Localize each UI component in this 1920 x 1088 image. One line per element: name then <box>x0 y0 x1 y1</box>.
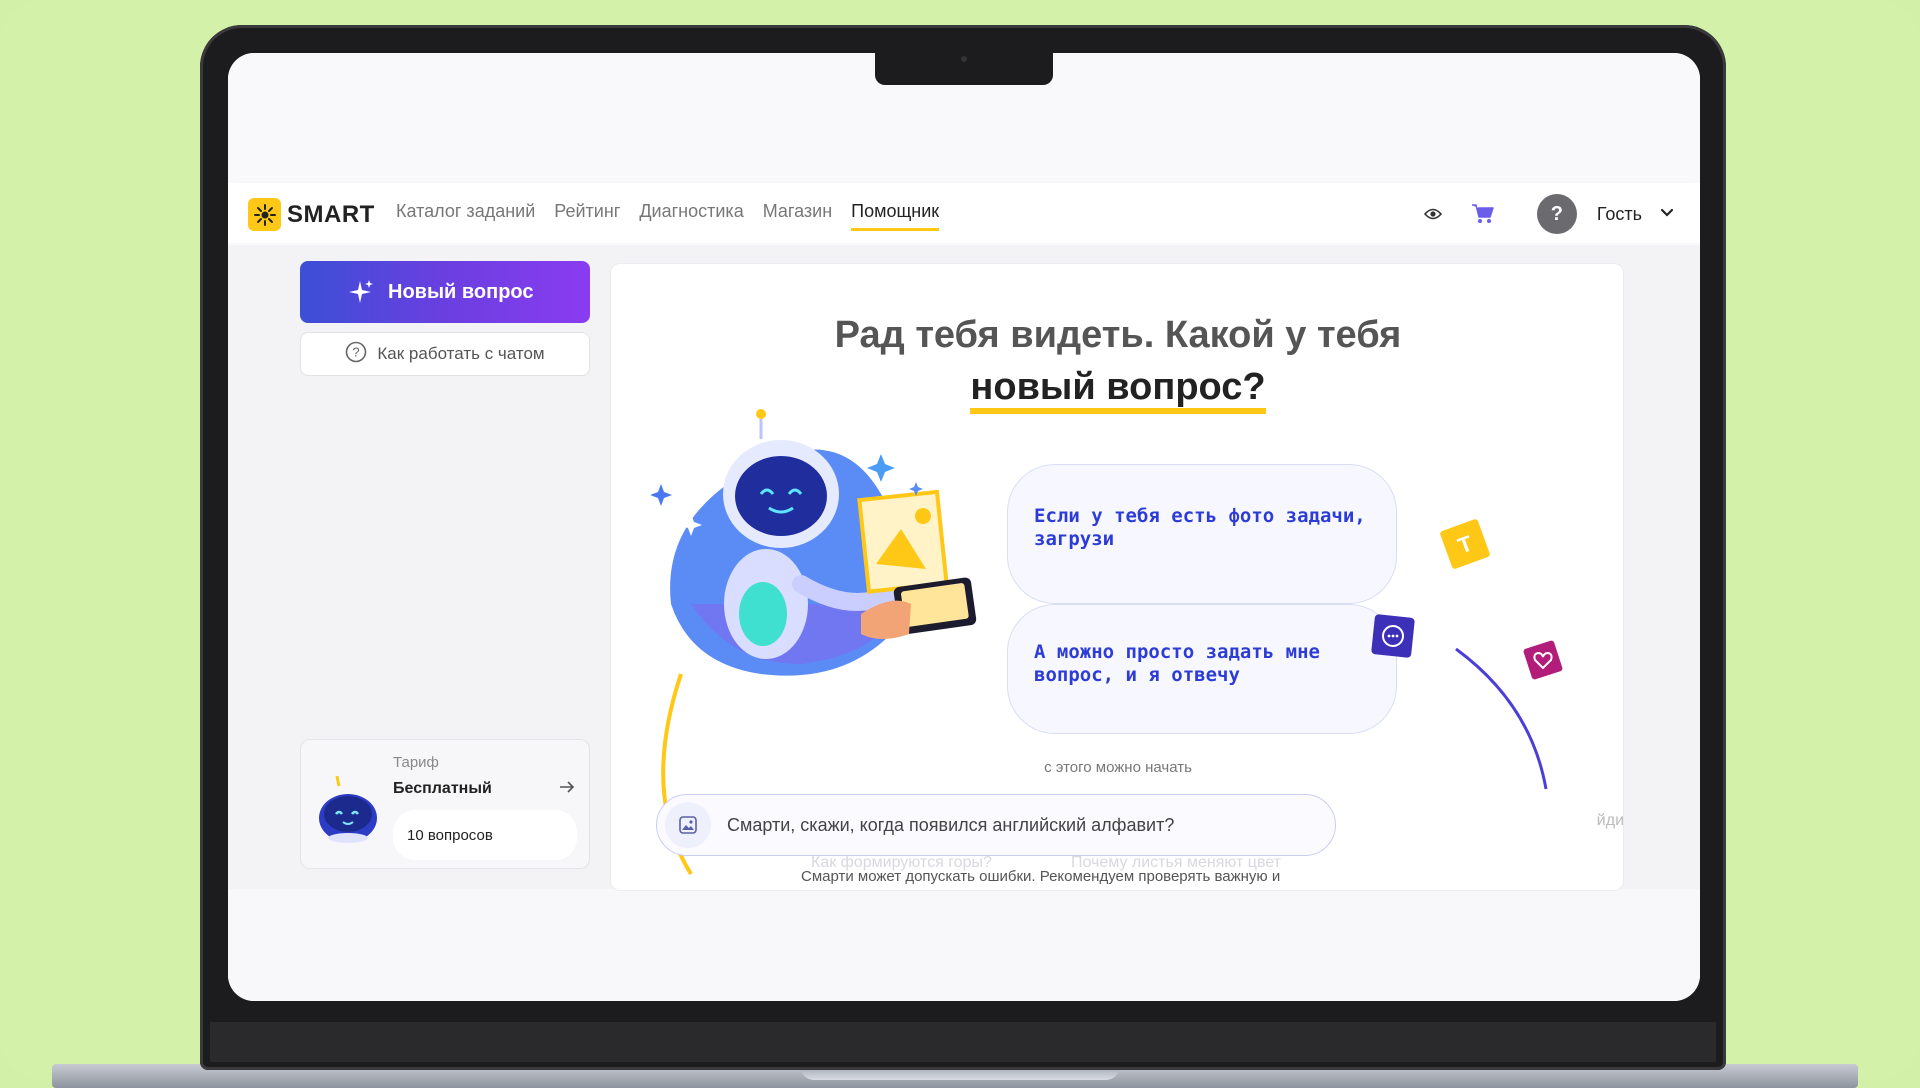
nav-link-diagnostics[interactable]: Диагностика <box>639 201 743 231</box>
disclaimer-text: Смарти может допускать ошибки. Рекоменду… <box>801 868 1281 885</box>
start-hint: с этого можно начать <box>1044 759 1192 776</box>
headline-text: Рад тебя видеть. Какой у тебя <box>834 314 1402 356</box>
tariff-name: Бесплатный <box>393 780 492 797</box>
how-to-use-chat-label: Как работать с чатом <box>377 344 545 363</box>
cart-icon[interactable] <box>1471 202 1495 226</box>
laptop-bezel-bottom <box>210 1022 1716 1062</box>
new-question-label: Новый вопрос <box>388 280 534 303</box>
speech-bubble-question: А можно просто задать мне вопрос, и я от… <box>1007 604 1397 734</box>
user-avatar[interactable]: ? <box>1536 194 1577 234</box>
nav-links: Каталог заданий Рейтинг Диагностика Мага… <box>396 201 940 231</box>
bottom-area <box>228 889 1700 1001</box>
user-name[interactable]: Гость <box>1597 204 1642 225</box>
navbar: SMART Каталог заданий Рейтинг Диагностик… <box>228 183 1700 243</box>
new-question-button[interactable]: Новый вопрос <box>300 261 590 323</box>
nav-right: ? Гость <box>1421 194 1674 234</box>
tariff-questions-count: 10 вопросов <box>393 810 577 860</box>
nav-link-shop[interactable]: Магазин <box>763 201 832 231</box>
text-cube-icon: T <box>1440 519 1490 569</box>
robot-avatar-icon <box>317 774 379 849</box>
nav-link-catalog[interactable]: Каталог заданий <box>396 201 535 231</box>
how-to-use-chat-button[interactable]: ? Как работать с чатом <box>300 332 590 376</box>
help-circle-icon: ? <box>345 341 367 368</box>
chevron-down-icon[interactable] <box>1660 205 1674 223</box>
welcome-headline: Рад тебя видеть. Какой у тебя новый вопр… <box>611 309 1623 414</box>
eye-icon[interactable] <box>1421 202 1445 226</box>
tariff-label: Тариф <box>393 754 439 771</box>
chat-bubble-icon <box>1371 614 1415 658</box>
sparkle-icon <box>348 279 374 313</box>
tariff-card[interactable]: Тариф Бесплатный 10 вопросов <box>300 739 590 869</box>
laptop-screen: SMART Каталог заданий Рейтинг Диагностик… <box>228 53 1700 1001</box>
nav-link-assistant[interactable]: Помощник <box>851 201 940 231</box>
chat-main-panel: Рад тебя видеть. Какой у тебя новый вопр… <box>610 263 1624 891</box>
chat-input-bar <box>656 794 1336 856</box>
image-upload-icon[interactable] <box>665 802 711 848</box>
svg-text:?: ? <box>353 344 360 359</box>
logo[interactable]: SMART <box>248 198 375 231</box>
speech-bubble-photo: Если у тебя есть фото задачи, загрузи <box>1007 464 1397 604</box>
headline-highlight: новый вопрос? <box>970 366 1266 414</box>
suggestion-overflow-text: йдите в <box>1596 812 1624 829</box>
arrow-right-icon[interactable] <box>559 780 575 798</box>
nav-link-rating[interactable]: Рейтинг <box>554 201 620 231</box>
chat-message-input[interactable] <box>725 813 1289 837</box>
logo-text: SMART <box>287 200 375 228</box>
camera-notch <box>875 53 1053 85</box>
logo-sun-icon <box>248 198 281 231</box>
